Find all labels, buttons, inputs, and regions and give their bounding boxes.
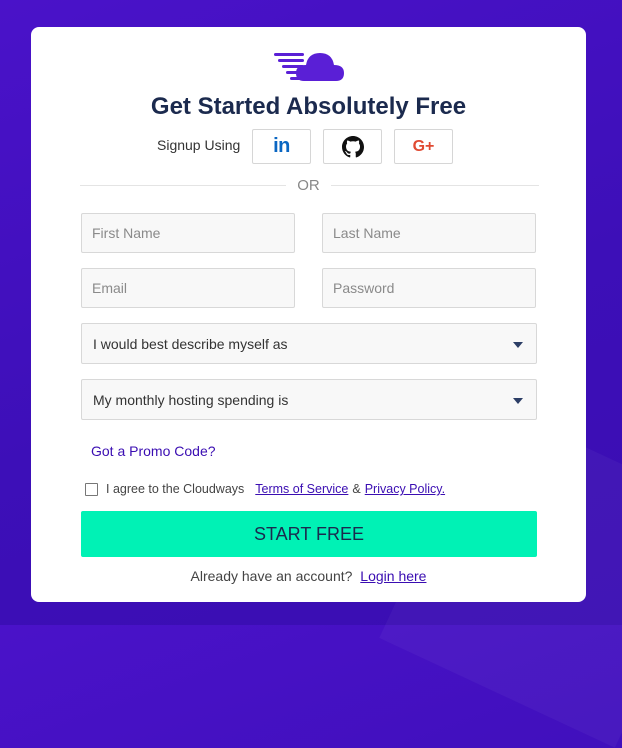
login-prompt-row: Already have an account? Login here bbox=[31, 568, 586, 584]
github-icon bbox=[341, 135, 364, 157]
github-signup-button[interactable] bbox=[323, 129, 382, 164]
page-title: Get Started Absolutely Free bbox=[150, 93, 467, 120]
chevron-down-icon bbox=[513, 398, 523, 404]
privacy-policy-link[interactable]: Privacy Policy. bbox=[365, 482, 445, 496]
linkedin-signup-button[interactable]: in bbox=[252, 129, 311, 164]
start-free-button[interactable]: START FREE bbox=[81, 511, 537, 557]
hosting-spending-selected-value: My monthly hosting spending is bbox=[93, 391, 289, 408]
terms-of-service-link[interactable]: Terms of Service bbox=[255, 482, 348, 496]
or-divider-text: OR bbox=[297, 177, 320, 194]
login-link[interactable]: Login here bbox=[360, 568, 426, 584]
describe-yourself-selected-value: I would best describe myself as bbox=[93, 335, 288, 352]
terms-prefix-text: I agree to the Cloudways bbox=[106, 482, 245, 496]
chevron-down-icon bbox=[513, 342, 523, 348]
last-name-input[interactable] bbox=[322, 213, 536, 253]
signup-card: Get Started Absolutely Free Signup Using… bbox=[31, 27, 586, 602]
describe-yourself-select[interactable]: I would best describe myself as bbox=[81, 323, 537, 364]
google-plus-icon: G+ bbox=[412, 137, 435, 155]
email-input[interactable] bbox=[81, 268, 295, 308]
password-input[interactable] bbox=[322, 268, 536, 308]
linkedin-icon: in bbox=[273, 135, 290, 157]
first-name-input[interactable] bbox=[81, 213, 295, 253]
google-plus-signup-button[interactable]: G+ bbox=[394, 129, 453, 164]
divider-line-left bbox=[80, 185, 286, 186]
hosting-spending-select[interactable]: My monthly hosting spending is bbox=[81, 379, 537, 420]
divider-line-right bbox=[331, 185, 539, 186]
promo-code-link[interactable]: Got a Promo Code? bbox=[91, 443, 216, 459]
signup-using-label: Signup Using bbox=[157, 137, 241, 153]
terms-checkbox[interactable] bbox=[85, 482, 98, 496]
login-prompt-text: Already have an account? bbox=[190, 568, 353, 584]
cloudways-logo bbox=[274, 53, 344, 81]
terms-agreement-row: I agree to the Cloudways Terms of Servic… bbox=[85, 481, 445, 497]
terms-ampersand: & bbox=[352, 482, 361, 496]
